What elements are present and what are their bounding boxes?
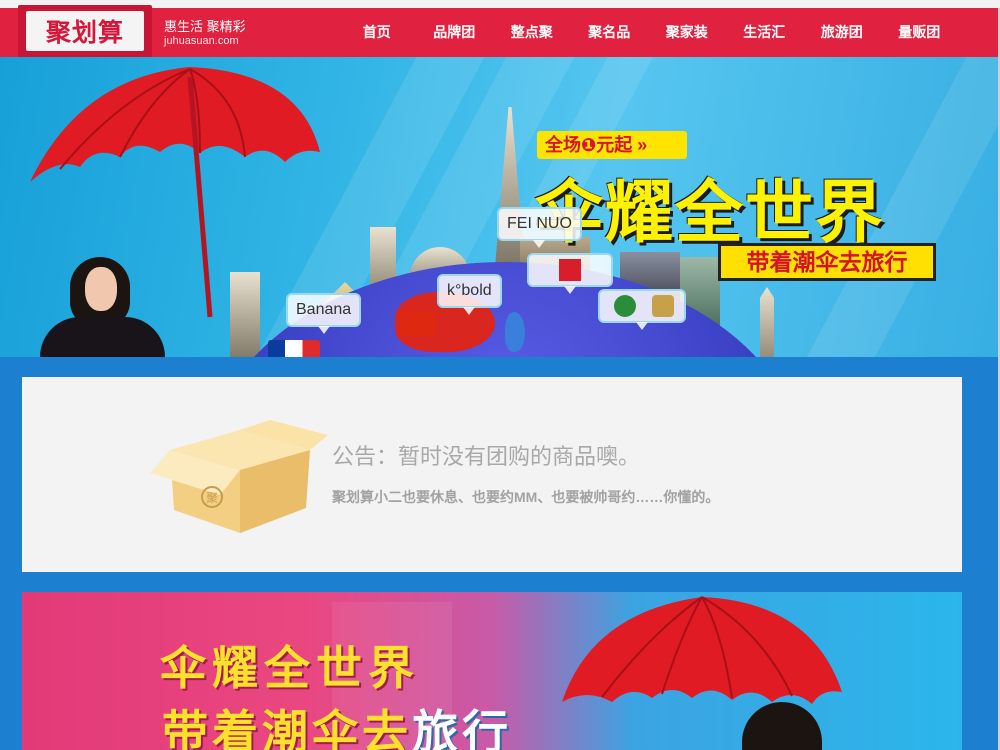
brand-logo-icon (559, 259, 581, 281)
promo-title: 伞耀全世界 (160, 641, 420, 695)
site-domain: juhuasuan.com (164, 35, 239, 47)
box-stamp: 聚 (206, 491, 218, 505)
nav-item-brand-group[interactable]: 品牌团 (416, 8, 494, 57)
nav-item-hourly[interactable]: 整点聚 (493, 8, 571, 57)
nav-item-bulk[interactable]: 量贩团 (881, 8, 959, 57)
nav-item-travel[interactable]: 旅游团 (803, 8, 881, 57)
nav-item-famous-brands[interactable]: 聚名品 (571, 8, 649, 57)
hero-subtitle: 带着潮伞去旅行 (718, 243, 936, 281)
site-slogan: 惠生活 聚精彩 (164, 19, 246, 34)
nav-item-home-decor[interactable]: 聚家装 (648, 8, 726, 57)
hero-title: 伞耀全世界 (535, 174, 886, 253)
promo-subtitle-part: 带着潮伞去 (162, 705, 412, 750)
face (85, 267, 117, 311)
promo-pill[interactable]: 全场❶元起 » (537, 131, 687, 159)
notice-description: 聚划算小二也要休息、也要约MM、也要被帅哥约……你懂的。 (332, 489, 720, 505)
fulton-logo-icon (614, 295, 636, 317)
china-flag-icon (400, 312, 436, 336)
brand-tag-logo-red[interactable] (527, 253, 613, 294)
promo-subtitle-highlight: 旅行 (412, 705, 512, 750)
brand-tag-banana[interactable]: Banana (286, 293, 362, 334)
royal-crest-icon (652, 295, 675, 317)
nav-item-life[interactable]: 生活汇 (726, 8, 804, 57)
brand-tag-kobold[interactable]: k°bold (437, 274, 502, 315)
empty-box-icon: 聚 (150, 420, 328, 533)
site-header: 聚划算 惠生活 聚精彩 juhuasuan.com 首页 品牌团 整点聚 聚名品… (0, 5, 1000, 68)
brand-tag-feinuo[interactable]: FEI NUO (497, 207, 582, 248)
obelisk-icon (760, 287, 774, 357)
nav-item-home[interactable]: 首页 (338, 8, 416, 57)
promo-banner[interactable]: 伞耀全世界 带着潮伞去旅行 (22, 592, 962, 750)
logo-text: 聚划算 (45, 18, 124, 47)
notice-card: 聚 公告：暂时没有团购的商品噢。 聚划算小二也要休息、也要约MM、也要被帅哥约…… (22, 377, 962, 572)
promo-subtitle: 带着潮伞去旅行 (162, 696, 512, 750)
brand-tag-fulton[interactable] (598, 289, 686, 330)
model-photo (40, 257, 165, 357)
hero-banner[interactable]: 全场❶元起 » 伞耀全世界 带着潮伞去旅行 FEI NUO Banana k°b… (0, 57, 1000, 357)
logo-badge: 聚划算 (26, 11, 144, 51)
coat (40, 317, 165, 357)
korea-map-icon (505, 312, 525, 352)
logo[interactable]: 聚划算 (18, 5, 152, 68)
main-nav: 首页 品牌团 整点聚 聚名品 聚家装 生活汇 旅游团 量贩团 (338, 8, 958, 57)
notice-title: 公告：暂时没有团购的商品噢。 (332, 444, 641, 469)
